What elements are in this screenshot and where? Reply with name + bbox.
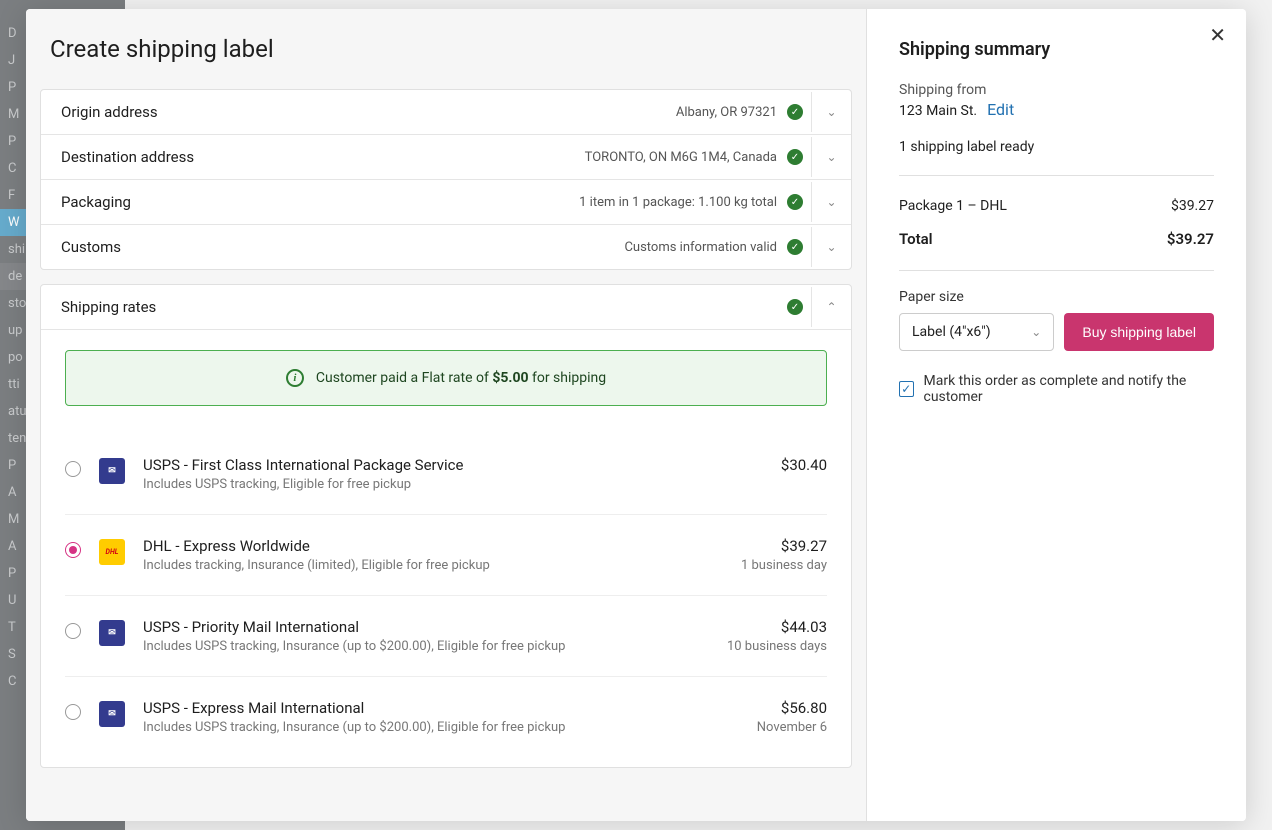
total-label: Total	[899, 230, 933, 248]
packaging-row[interactable]: Packaging 1 item in 1 package: 1.100 kg …	[41, 180, 851, 225]
rate-desc: Includes USPS tracking, Insurance (up to…	[143, 720, 739, 735]
chevron-down-icon[interactable]: ⌄	[811, 182, 851, 222]
rate-option[interactable]: ✉ USPS - First Class International Packag…	[65, 434, 827, 515]
paper-size-select[interactable]: Label (4"x6") ⌄	[899, 313, 1054, 351]
paper-size-value: Label (4"x6")	[912, 324, 991, 340]
rate-price: $39.27	[741, 537, 827, 555]
rate-eta: 1 business day	[741, 558, 827, 573]
check-icon: ✓	[787, 104, 803, 120]
rate-radio[interactable]	[65, 704, 81, 720]
sections-card: Origin address Albany, OR 97321 ✓ ⌄ Dest…	[40, 89, 852, 270]
rate-price: $56.80	[757, 699, 827, 717]
customs-label: Customs	[61, 238, 121, 256]
destination-address-row[interactable]: Destination address TORONTO, ON M6G 1M4,…	[41, 135, 851, 180]
shipping-from-address: 123 Main St.	[899, 103, 977, 119]
origin-value: Albany, OR 97321	[158, 105, 777, 120]
mark-complete-row: ✓ Mark this order as complete and notify…	[899, 373, 1214, 405]
check-icon: ✓	[787, 299, 803, 315]
rate-price-col: $56.80 November 6	[757, 699, 827, 735]
rate-radio[interactable]	[65, 461, 81, 477]
rate-desc: Includes USPS tracking, Insurance (up to…	[143, 639, 709, 654]
rates-label: Shipping rates	[61, 298, 156, 316]
rate-radio[interactable]	[65, 542, 81, 558]
summary-title: Shipping summary	[899, 39, 1214, 60]
buy-shipping-label-button[interactable]: Buy shipping label	[1064, 313, 1214, 351]
mark-complete-label: Mark this order as complete and notify t…	[924, 373, 1215, 405]
rate-info: USPS - First Class International Package…	[143, 456, 763, 492]
paper-size-label: Paper size	[899, 289, 1214, 305]
usps-logo-icon: ✉	[99, 701, 125, 727]
packaging-label: Packaging	[61, 193, 131, 211]
chevron-up-icon[interactable]: ⌃	[811, 287, 851, 327]
rate-desc: Includes USPS tracking, Eligible for fre…	[143, 477, 763, 492]
dhl-logo-icon: DHL	[99, 539, 125, 565]
divider	[899, 270, 1214, 271]
chevron-down-icon[interactable]: ⌄	[811, 92, 851, 132]
rate-option[interactable]: ✉ USPS - Priority Mail International Inclu…	[65, 596, 827, 677]
shipping-from-label: Shipping from	[899, 82, 1214, 98]
rate-eta: 10 business days	[727, 639, 827, 654]
divider	[899, 175, 1214, 176]
info-icon: i	[286, 369, 304, 387]
labels-ready: 1 shipping label ready	[899, 139, 1214, 155]
summary-panel: ✕ Shipping summary Shipping from 123 Mai…	[866, 9, 1246, 821]
destination-label: Destination address	[61, 148, 194, 166]
rate-option[interactable]: DHL DHL - Express Worldwide Includes track…	[65, 515, 827, 596]
usps-logo-icon: ✉	[99, 620, 125, 646]
chevron-down-icon[interactable]: ⌄	[811, 227, 851, 267]
chevron-down-icon: ⌄	[1031, 325, 1041, 339]
rate-price-col: $30.40	[781, 456, 827, 477]
banner-text: Customer paid a Flat rate of $5.00 for s…	[316, 370, 606, 386]
rate-price-col: $44.03 10 business days	[727, 618, 827, 654]
rate-price: $44.03	[727, 618, 827, 636]
customs-value: Customs information valid	[121, 240, 777, 255]
rates-body: i Customer paid a Flat rate of $5.00 for…	[41, 330, 851, 767]
package-price: $39.27	[1171, 198, 1214, 214]
rate-price: $30.40	[781, 456, 827, 474]
customs-row[interactable]: Customs Customs information valid ✓ ⌄	[41, 225, 851, 269]
origin-address-row[interactable]: Origin address Albany, OR 97321 ✓ ⌄	[41, 90, 851, 135]
package-line: Package 1 – DHL $39.27	[899, 190, 1214, 222]
edit-address-link[interactable]: Edit	[987, 100, 1014, 119]
rate-info: DHL - Express Worldwide Includes tracking…	[143, 537, 723, 573]
rate-price-col: $39.27 1 business day	[741, 537, 827, 573]
shipping-label-modal: Create shipping label Origin address Alb…	[26, 9, 1246, 821]
package-label: Package 1 – DHL	[899, 198, 1007, 214]
origin-label: Origin address	[61, 103, 158, 121]
modal-title: Create shipping label	[26, 9, 866, 89]
mark-complete-checkbox[interactable]: ✓	[899, 381, 914, 397]
rate-eta: November 6	[757, 720, 827, 735]
check-icon: ✓	[787, 149, 803, 165]
rate-info: USPS - Priority Mail International Includ…	[143, 618, 709, 654]
check-icon: ✓	[787, 239, 803, 255]
rate-name: USPS - Express Mail International	[143, 699, 739, 717]
rate-desc: Includes tracking, Insurance (limited), …	[143, 558, 723, 573]
customer-paid-banner: i Customer paid a Flat rate of $5.00 for…	[65, 350, 827, 406]
packaging-value: 1 item in 1 package: 1.100 kg total	[131, 195, 777, 210]
rate-info: USPS - Express Mail International Include…	[143, 699, 739, 735]
total-price: $39.27	[1167, 230, 1214, 248]
rate-name: USPS - Priority Mail International	[143, 618, 709, 636]
rate-radio[interactable]	[65, 623, 81, 639]
total-line: Total $39.27	[899, 222, 1214, 256]
shipping-rates-row[interactable]: Shipping rates ✓ ⌃	[41, 285, 851, 330]
destination-value: TORONTO, ON M6G 1M4, Canada	[194, 150, 777, 165]
chevron-down-icon[interactable]: ⌄	[811, 137, 851, 177]
check-icon: ✓	[787, 194, 803, 210]
rate-name: DHL - Express Worldwide	[143, 537, 723, 555]
rates-list: ✉ USPS - First Class International Packag…	[65, 434, 827, 757]
usps-logo-icon: ✉	[99, 458, 125, 484]
actions-row: Label (4"x6") ⌄ Buy shipping label	[899, 313, 1214, 351]
rate-option[interactable]: ✉ USPS - Express Mail International Includ…	[65, 677, 827, 757]
close-icon[interactable]: ✕	[1209, 25, 1226, 45]
rates-card: Shipping rates ✓ ⌃ i Customer paid a Fla…	[40, 284, 852, 768]
modal-main: Create shipping label Origin address Alb…	[26, 9, 866, 821]
rate-name: USPS - First Class International Package…	[143, 456, 763, 474]
